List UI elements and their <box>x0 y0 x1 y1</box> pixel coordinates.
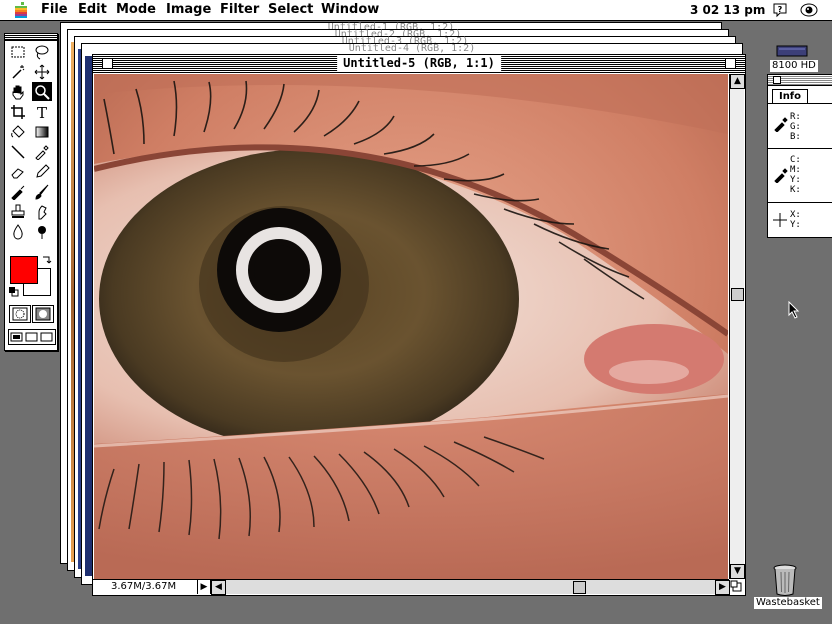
eraser-tool-icon[interactable] <box>8 162 28 181</box>
label-g: G: <box>790 122 801 132</box>
svg-text:?: ? <box>778 5 783 14</box>
hard-drive-icon <box>776 45 808 57</box>
wastebasket-desktop-icon[interactable]: Wastebasket <box>754 564 822 610</box>
screen-mode-buttons <box>8 329 56 345</box>
label-m: M: <box>790 165 801 175</box>
hand-tool-icon[interactable] <box>8 82 28 101</box>
eyedropper-icon <box>774 168 788 183</box>
info-palette: Info R: G: B: C: M: Y: K: X: Y: <box>767 74 832 238</box>
document-window-untitled-5[interactable]: Untitled-5 (RGB, 1:1) ▲ ▼ 3.67M/3.67M ▶ … <box>92 54 746 596</box>
menu-select[interactable]: Select <box>268 2 313 18</box>
crosshair-icon <box>773 213 787 227</box>
rubber-stamp-tool-icon[interactable] <box>8 202 28 221</box>
menu-clock[interactable]: 3 02 13 pm <box>690 2 765 18</box>
paintbrush-tool-icon[interactable] <box>32 182 52 201</box>
lasso-tool-icon[interactable] <box>32 42 52 61</box>
scroll-right-icon[interactable]: ▶ <box>715 580 730 595</box>
move-tool-icon[interactable] <box>32 62 52 81</box>
hard-drive-desktop-icon[interactable]: 8100 HD <box>770 44 818 74</box>
window-title: Untitled-5 (RGB, 1:1) <box>337 56 501 71</box>
vertical-scrollbar[interactable]: ▲ ▼ <box>729 74 745 579</box>
default-colors-icon[interactable] <box>8 286 19 297</box>
foreground-color-swatch[interactable] <box>10 256 38 284</box>
eyedropper-icon <box>774 117 788 132</box>
hard-drive-label: 8100 HD <box>770 60 818 72</box>
tab-info[interactable]: Info <box>772 89 808 104</box>
magic-wand-tool-icon[interactable] <box>8 62 28 81</box>
trash-label: Wastebasket <box>754 597 822 609</box>
smudge-tool-icon[interactable] <box>32 202 52 221</box>
scroll-track[interactable] <box>211 580 715 594</box>
menu-bar: File Edit Mode Image Filter Select Windo… <box>0 0 832 21</box>
mouse-cursor-icon <box>788 301 800 319</box>
image-canvas[interactable] <box>94 74 728 579</box>
type-tool-icon[interactable]: T <box>32 102 52 121</box>
zoom-tool-icon[interactable] <box>32 82 52 101</box>
menu-image[interactable]: Image <box>166 2 211 18</box>
cmyk-readout: C: M: Y: K: <box>768 148 832 203</box>
menu-edit[interactable]: Edit <box>78 2 107 18</box>
airbrush-tool-icon[interactable] <box>8 182 28 201</box>
label-r: R: <box>790 112 801 122</box>
photoshop-app-icon[interactable] <box>800 2 818 18</box>
zoom-box-icon[interactable] <box>725 58 736 69</box>
window-titlebar[interactable]: Untitled-5 (RGB, 1:1) <box>93 55 745 73</box>
toolbox-titlebar[interactable] <box>5 34 57 41</box>
line-tool-icon[interactable] <box>8 142 28 161</box>
quick-mask-mode-button[interactable] <box>32 305 54 323</box>
menu-mode[interactable]: Mode <box>116 2 156 18</box>
label-c: C: <box>790 155 801 165</box>
label-y: Y: <box>790 175 801 185</box>
label-b: B: <box>790 132 801 142</box>
label-y-coord: Y: <box>790 220 801 230</box>
horizontal-scroll-thumb[interactable] <box>573 581 586 594</box>
toolbox-palette: T <box>4 33 58 351</box>
document-size-status[interactable]: 3.67M/3.67M <box>111 581 176 593</box>
apple-menu-icon[interactable] <box>14 2 28 18</box>
swap-colors-icon[interactable] <box>41 254 53 266</box>
full-screen-menu-icon[interactable] <box>24 330 39 344</box>
menu-file[interactable]: File <box>41 2 68 18</box>
trash-icon <box>773 564 797 596</box>
dodge-burn-tool-icon[interactable] <box>32 222 52 241</box>
standard-screen-icon[interactable] <box>9 330 24 344</box>
gradient-tool-icon[interactable] <box>32 122 52 141</box>
pencil-tool-icon[interactable] <box>32 162 52 181</box>
eye-photo <box>94 74 728 579</box>
standard-mode-icon <box>12 307 28 321</box>
crop-tool-icon[interactable] <box>8 102 28 121</box>
scroll-up-icon[interactable]: ▲ <box>730 74 745 89</box>
window-title: Untitled-4 (RGB, 1:2) <box>348 43 476 54</box>
eyedropper-tool-icon[interactable] <box>32 142 52 161</box>
blur-tool-icon[interactable] <box>8 222 28 241</box>
scroll-left-icon[interactable]: ◀ <box>211 580 226 595</box>
menu-filter[interactable]: Filter <box>220 2 259 18</box>
svg-text:T: T <box>37 104 47 120</box>
xy-readout: X: Y: <box>768 202 832 237</box>
status-menu-arrow-icon[interactable]: ▶ <box>197 580 211 594</box>
marquee-tool-icon[interactable] <box>8 42 28 61</box>
vertical-scroll-thumb[interactable] <box>731 288 744 301</box>
palette-close-box-icon[interactable] <box>773 76 781 84</box>
paint-bucket-tool-icon[interactable] <box>8 122 28 141</box>
help-balloon-icon[interactable]: ? <box>772 2 788 18</box>
standard-mode-button[interactable] <box>9 305 31 323</box>
horizontal-scrollbar[interactable]: 3.67M/3.67M ▶ ◀ ▶ <box>93 579 744 595</box>
label-k: K: <box>790 185 801 195</box>
menu-window[interactable]: Window <box>321 2 379 18</box>
scroll-down-icon[interactable]: ▼ <box>730 564 745 579</box>
rgb-readout: R: G: B: <box>768 103 832 149</box>
resize-box-icon[interactable] <box>730 580 744 594</box>
quick-mask-icon <box>35 307 51 321</box>
close-box-icon[interactable] <box>102 58 113 69</box>
info-palette-titlebar[interactable] <box>768 75 832 86</box>
label-x: X: <box>790 210 801 220</box>
full-screen-icon[interactable] <box>39 330 54 344</box>
